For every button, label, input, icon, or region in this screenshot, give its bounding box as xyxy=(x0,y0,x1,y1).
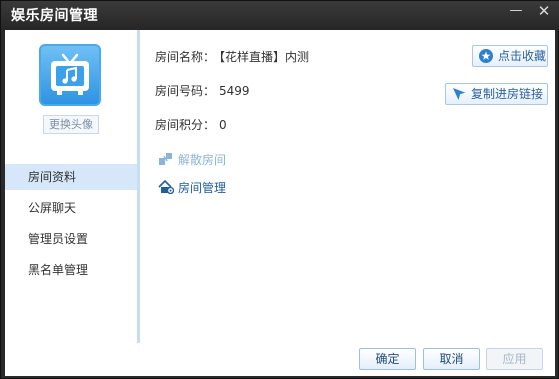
apply-button[interactable]: 应用 xyxy=(486,348,543,370)
sidebar-item-admin-settings[interactable]: 管理员设置 xyxy=(5,226,137,252)
room-avatar xyxy=(39,44,101,106)
dialog-window: 娱乐房间管理 — ✕ 更换头像 房间资料 公屏聊天 管理员设置 黑名单管理 房间… xyxy=(0,0,559,379)
sidebar-divider xyxy=(137,30,140,343)
favorite-button[interactable]: 点击收藏 xyxy=(472,45,548,67)
room-points-row: 房间积分： 0 xyxy=(155,116,227,133)
favorite-label: 点击收藏 xyxy=(498,49,547,63)
dissolve-icon xyxy=(159,153,172,165)
room-name-row: 房间名称： 【花样直播】内测 xyxy=(155,48,309,65)
close-button[interactable]: ✕ xyxy=(531,1,557,23)
room-id-value: 5499 xyxy=(219,84,250,98)
dialog-footer: 确定 取消 应用 xyxy=(5,343,555,376)
minimize-button[interactable]: — xyxy=(503,1,529,23)
airplane-icon xyxy=(453,88,467,100)
tv-music-icon xyxy=(51,53,89,95)
star-icon xyxy=(479,49,493,63)
copy-room-link-label: 复制进房链接 xyxy=(471,87,544,101)
house-gear-icon xyxy=(158,180,174,194)
content-panel: 更换头像 房间资料 公屏聊天 管理员设置 黑名单管理 房间名称： 【花样直播】内测… xyxy=(5,30,555,343)
room-management-link[interactable]: 房间管理 xyxy=(158,179,226,196)
sidebar-item-public-chat[interactable]: 公屏聊天 xyxy=(5,195,137,221)
room-management-label: 房间管理 xyxy=(178,181,227,195)
room-points-label: 房间积分： xyxy=(155,118,216,132)
cancel-button[interactable]: 取消 xyxy=(423,348,480,370)
room-id-row: 房间号码： 5499 xyxy=(155,82,250,99)
room-name-value: 【花样直播】内测 xyxy=(219,50,310,64)
change-avatar-button[interactable]: 更换头像 xyxy=(43,115,99,134)
dissolve-room-label: 解散房间 xyxy=(178,153,227,167)
sidebar: 更换头像 房间资料 公屏聊天 管理员设置 黑名单管理 xyxy=(5,30,137,343)
room-name-label: 房间名称： xyxy=(155,50,216,64)
ok-button[interactable]: 确定 xyxy=(359,348,416,370)
sidebar-item-room-info[interactable]: 房间资料 xyxy=(5,164,137,190)
room-id-label: 房间号码： xyxy=(155,84,216,98)
dissolve-room-link[interactable]: 解散房间 xyxy=(158,151,226,168)
room-points-value: 0 xyxy=(219,118,227,132)
sidebar-item-blacklist[interactable]: 黑名单管理 xyxy=(5,257,137,283)
copy-room-link-button[interactable]: 复制进房链接 xyxy=(445,83,548,105)
title-bar[interactable]: 娱乐房间管理 — ✕ xyxy=(1,1,559,30)
window-title: 娱乐房间管理 xyxy=(11,8,98,24)
